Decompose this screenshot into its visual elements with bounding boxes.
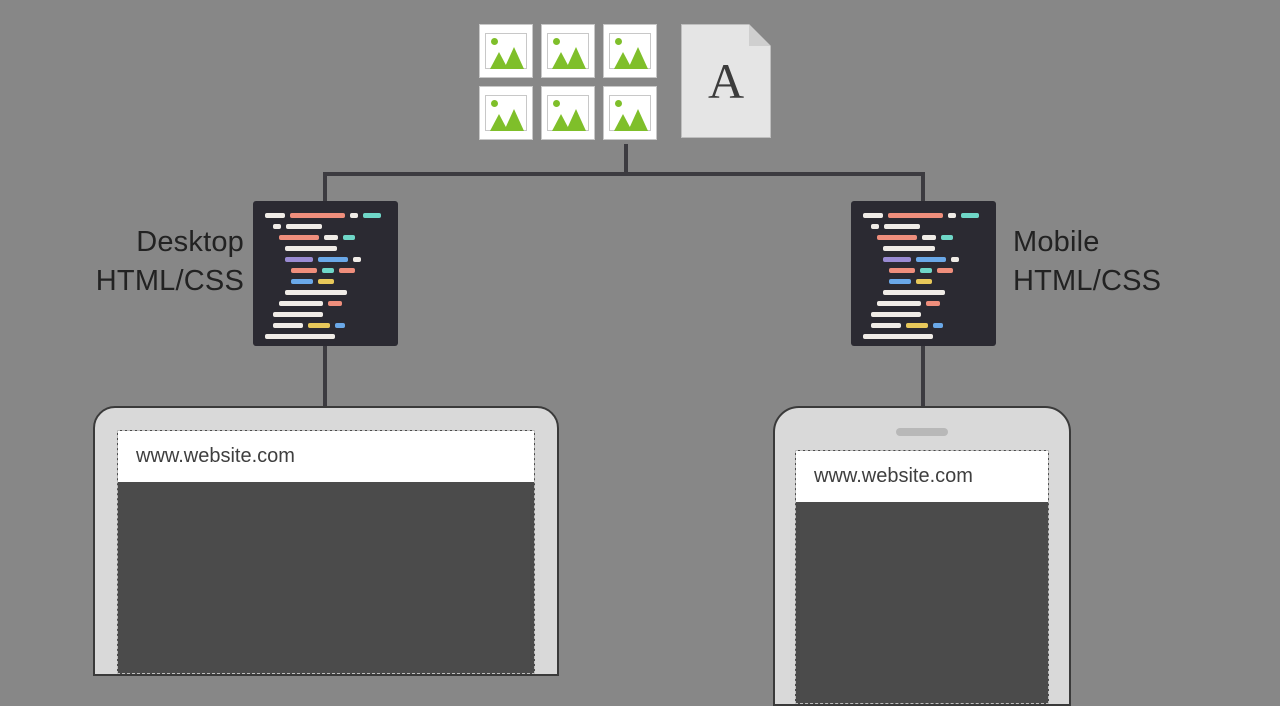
connector — [921, 172, 925, 202]
font-glyph: A — [708, 56, 744, 106]
image-asset-icon — [479, 24, 533, 78]
image-asset-icon — [603, 86, 657, 140]
mobile-code-icon — [851, 201, 996, 346]
phone-screen: www.website.com — [795, 450, 1049, 704]
desktop-label: Desktop HTML/CSS — [79, 223, 244, 301]
image-asset-grid — [479, 24, 657, 140]
image-asset-icon — [479, 86, 533, 140]
laptop-body: www.website.com — [93, 406, 559, 676]
connector — [323, 346, 327, 406]
label-text: HTML/CSS — [1013, 265, 1161, 297]
mobile-label: Mobile HTML/CSS — [1013, 223, 1161, 301]
connector — [624, 144, 628, 172]
browser-address: www.website.com — [118, 431, 534, 482]
phone-icon: www.website.com — [773, 406, 1071, 706]
laptop-screen: www.website.com — [117, 430, 535, 674]
phone-speaker — [896, 428, 948, 436]
label-text: HTML/CSS — [96, 265, 244, 297]
diagram-canvas: A Desktop HTML/CSS Mobile HTML/CSS www.w… — [0, 0, 1280, 700]
shared-assets: A — [479, 24, 771, 140]
font-asset-icon: A — [681, 24, 771, 138]
laptop-icon: www.website.com — [75, 406, 577, 676]
desktop-code-icon — [253, 201, 398, 346]
image-asset-icon — [541, 24, 595, 78]
connector — [921, 346, 925, 406]
image-asset-icon — [603, 24, 657, 78]
connector — [323, 172, 327, 202]
label-text: Desktop — [136, 226, 244, 258]
browser-address: www.website.com — [796, 451, 1048, 502]
connector — [323, 172, 925, 176]
image-asset-icon — [541, 86, 595, 140]
label-text: Mobile — [1013, 226, 1100, 258]
